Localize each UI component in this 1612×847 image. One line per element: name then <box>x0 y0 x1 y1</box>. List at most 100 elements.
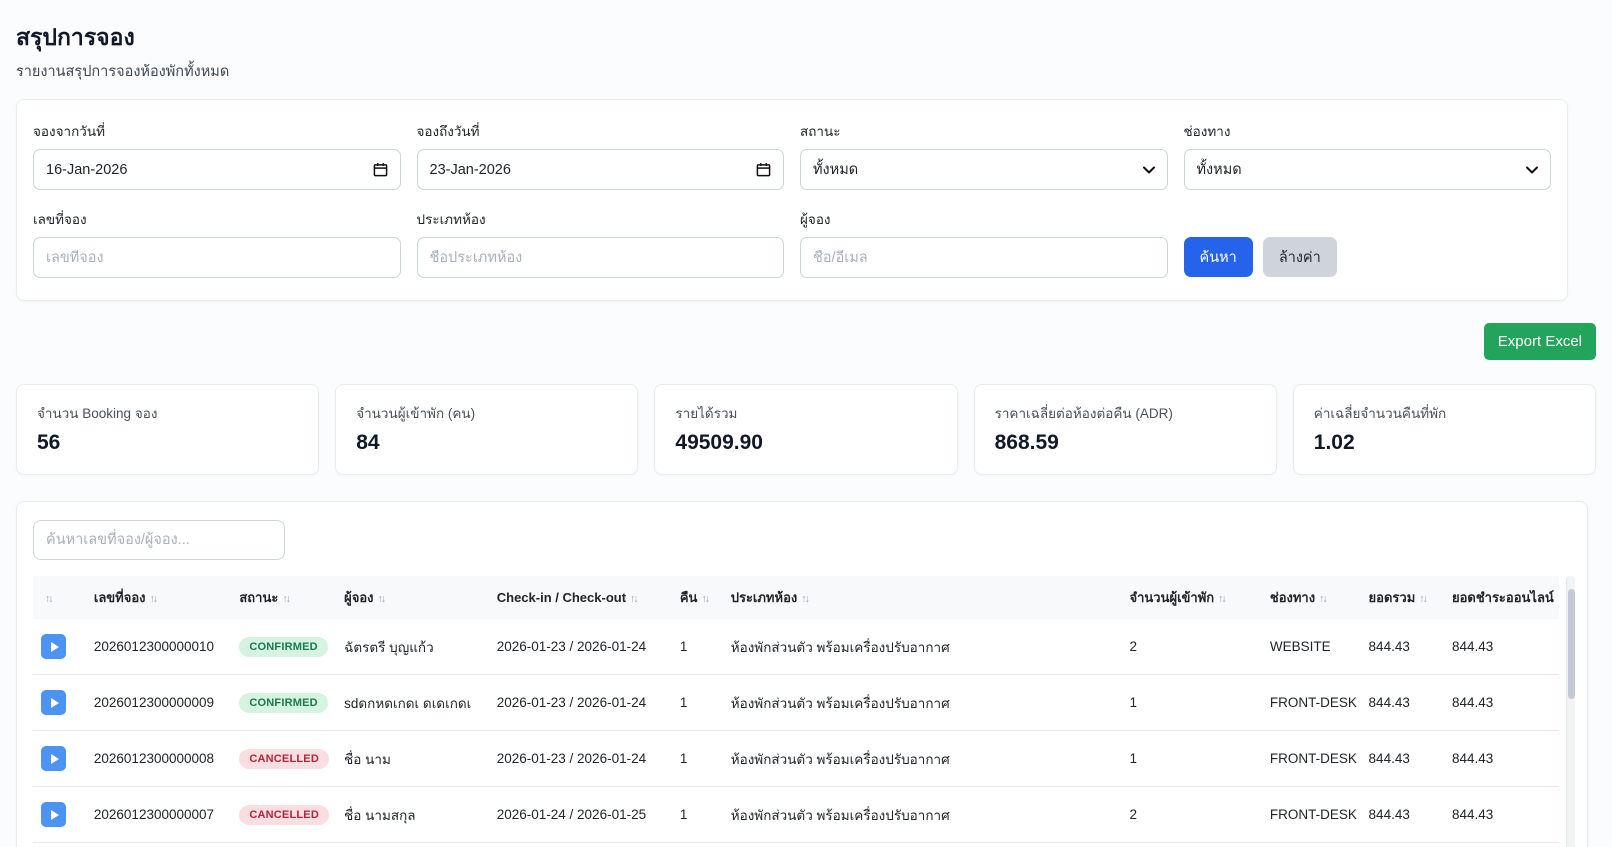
column-expand[interactable]: ↑↓ <box>33 576 86 619</box>
status-badge: CANCELLED <box>239 748 329 769</box>
stat-card-avg-nights: ค่าเฉลี่ยจำนวนคืนที่พัก 1.02 <box>1292 384 1596 475</box>
total-cell: 844.43 <box>1360 674 1444 731</box>
booking-no-input[interactable] <box>46 249 388 266</box>
channel-cell: FRONT-DESK <box>1261 730 1361 787</box>
dates-cell: 2026-01-24 / 2026-01-25 <box>488 786 672 843</box>
booking-no-input-box[interactable] <box>33 237 401 278</box>
sort-icon[interactable]: ↑↓ <box>701 593 709 605</box>
column-status[interactable]: สถานะ ↑↓ <box>231 576 337 619</box>
table-vertical-scrollbar[interactable] <box>1566 576 1575 847</box>
booker-cell: ชื่อ นามสกุล <box>336 786 489 843</box>
column-total[interactable]: ยอดรวม ↑↓ <box>1360 576 1444 619</box>
column-nights[interactable]: คืน ↑↓ <box>671 576 723 619</box>
stat-card-revenue: รายได้รวม 49509.90 <box>654 384 958 475</box>
status-selected-value: ทั้งหมด <box>813 162 859 178</box>
room-type-cell: ห้องรวม 4 เตียง (ชาย), ห้องรวม 4 เตียง (… <box>722 842 1122 847</box>
table-search-input[interactable] <box>33 520 285 560</box>
calendar-icon[interactable] <box>756 162 771 177</box>
channel-cell: FRONT-DESK <box>1261 786 1361 843</box>
status-badge: CONFIRMED <box>239 692 328 713</box>
chevron-down-icon <box>1142 166 1155 174</box>
channel-cell: FRONT-DESK <box>1261 842 1361 847</box>
total-cell: 844.43 <box>1368 639 1410 654</box>
booking-no-cell: 2026012300000008 <box>85 730 232 787</box>
booker-cell: ชื่อ นาม <box>336 730 489 787</box>
total-cell: 844.43 <box>1360 730 1444 787</box>
sort-icon[interactable]: ↑↓ <box>150 593 158 605</box>
scrollbar-thumb[interactable] <box>1567 589 1575 699</box>
room-type-input-box[interactable] <box>416 237 784 278</box>
sort-icon[interactable]: ↑↓ <box>1218 593 1226 605</box>
guests-cell: 2 <box>1121 786 1262 843</box>
date-to-value[interactable] <box>429 161 748 178</box>
nights-cell: 1 <box>671 674 723 731</box>
sort-icon[interactable]: ↑↓ <box>630 593 638 605</box>
paid-online-cell: 844.43 <box>1443 674 1559 731</box>
guests-cell: 1 <box>1121 674 1262 731</box>
status-label: สถานะ <box>800 124 841 139</box>
dates-cell: 2026-01-24 / 2026-01-25 <box>488 842 672 847</box>
booking-no-cell: 2026012300000007 <box>85 786 232 843</box>
sort-icon[interactable]: ↑↓ <box>1419 593 1427 605</box>
paid-online-cell: 1115.36 <box>1443 842 1559 847</box>
booker-label: ผู้จอง <box>800 212 831 227</box>
filter-date-to: จองถึงวันที่ <box>416 120 784 190</box>
date-to-input[interactable] <box>416 149 784 190</box>
column-channel[interactable]: ช่องทาง ↑↓ <box>1261 576 1361 619</box>
sort-icon[interactable]: ↑↓ <box>1319 593 1327 605</box>
clear-button[interactable]: ล้างค่า <box>1262 237 1337 277</box>
stats-row: จำนวน Booking จอง 56 จำนวนผู้เข้าพัก (คน… <box>16 384 1596 475</box>
column-booking-no[interactable]: เลขที่จอง ↑↓ <box>85 576 232 619</box>
column-room-type[interactable]: ประเภทห้อง ↑↓ <box>722 576 1122 619</box>
filter-panel: จองจากวันที่ จองถึงวันที่ <box>16 99 1568 301</box>
expand-row-button[interactable] <box>41 634 66 659</box>
booker-input[interactable] <box>813 249 1155 266</box>
nights-cell: 1 <box>679 639 688 654</box>
channel-select[interactable]: ทั้งหมด <box>1183 149 1551 190</box>
sort-icon[interactable]: ↑↓ <box>801 593 809 605</box>
search-button[interactable]: ค้นหา <box>1183 237 1253 277</box>
channel-selected-value: ทั้งหมด <box>1196 162 1242 178</box>
sort-icon[interactable]: ↑↓ <box>378 593 386 605</box>
date-from-value[interactable] <box>46 161 365 178</box>
room-type-cell: ห้องพักส่วนตัว พร้อมเครื่องปรับอากาศ <box>730 639 950 655</box>
expand-row-button[interactable] <box>41 690 66 715</box>
date-from-input[interactable] <box>33 149 401 190</box>
bookings-table-wrap: ↑↓ เลขที่จอง ↑↓ สถานะ ↑↓ ผู้จอง ↑↓ Check-in… <box>33 576 1575 847</box>
page-header: สรุปการจอง รายงานสรุปการจองห้องพักทั้งหม… <box>16 20 1568 83</box>
room-type-cell: ห้องพักส่วนตัว พร้อมเครื่องปรับอากาศ <box>722 730 1122 787</box>
filter-actions: ค้นหา ล้างค่า <box>1183 208 1552 278</box>
play-icon <box>50 809 59 820</box>
booking-no-cell: 2026012300000006 <box>85 842 232 847</box>
stat-value: 56 <box>37 431 61 454</box>
expand-row-button[interactable] <box>41 746 66 771</box>
stat-label: ราคาเฉลี่ยต่อห้องต่อคืน (ADR) <box>994 406 1173 421</box>
booker-input-box[interactable] <box>800 237 1168 278</box>
stat-label: จำนวน Booking จอง <box>37 406 158 421</box>
room-type-label: ประเภทห้อง <box>416 212 486 227</box>
column-checkin-checkout[interactable]: Check-in / Check-out ↑↓ <box>488 576 672 619</box>
room-type-input[interactable] <box>429 249 771 266</box>
expand-row-button[interactable] <box>41 802 66 827</box>
page-title: สรุปการจอง <box>16 24 135 50</box>
stat-card-guests: จำนวนผู้เข้าพัก (คน) 84 <box>335 384 639 475</box>
sort-icon[interactable]: ↑↓ <box>45 593 53 605</box>
column-paid-online[interactable]: ยอดชำระออนไลน์↑↓ <box>1443 576 1559 619</box>
page-subtitle: รายงานสรุปการจองห้องพักทั้งหมด <box>16 64 230 80</box>
export-excel-button[interactable]: Export Excel <box>1483 323 1596 360</box>
column-booker[interactable]: ผู้จอง ↑↓ <box>336 576 489 619</box>
paid-online-cell: 844.43 <box>1443 786 1559 843</box>
sort-icon[interactable]: ↑↓ <box>282 593 290 605</box>
nights-cell: 1 <box>671 786 723 843</box>
channel-cell: WEBSITE <box>1269 639 1331 654</box>
filter-booker: ผู้จอง <box>800 208 1168 278</box>
status-select[interactable]: ทั้งหมด <box>800 149 1168 190</box>
play-icon <box>50 641 59 652</box>
column-guests[interactable]: จำนวนผู้เข้าพัก ↑↓ <box>1121 576 1262 619</box>
nights-cell: 1 <box>671 730 723 787</box>
table-header-row: ↑↓ เลขที่จอง ↑↓ สถานะ ↑↓ ผู้จอง ↑↓ Check-in… <box>33 576 1559 619</box>
calendar-icon[interactable] <box>373 162 388 177</box>
filter-room-type: ประเภทห้อง <box>416 208 784 278</box>
booking-summary-page: สรุปการจอง รายงานสรุปการจองห้องพักทั้งหม… <box>0 0 1612 847</box>
sort-icon[interactable]: ↑↓ <box>1558 593 1559 605</box>
